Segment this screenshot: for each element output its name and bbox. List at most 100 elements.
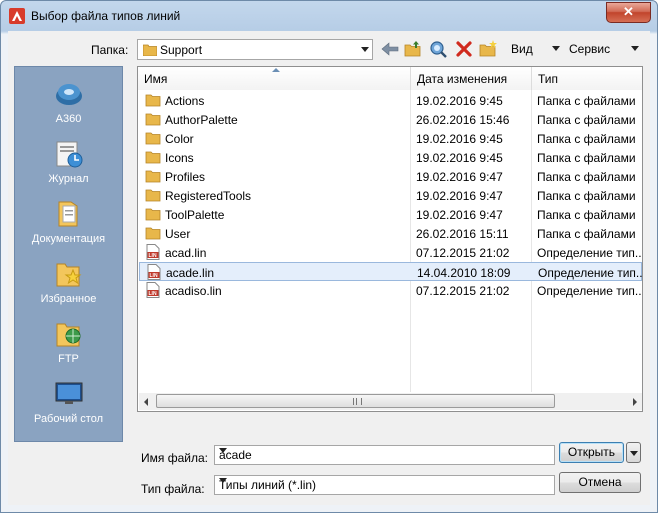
title-bar[interactable]: Выбор файла типов линий ✕ (1, 1, 657, 31)
lin-file-icon: LIN (146, 244, 160, 260)
file-row[interactable]: LIN acade.lin 14.04.2010 18:09 Определение … (139, 262, 642, 281)
folder-combobox[interactable]: Support (137, 39, 373, 60)
place-label: Журнал (48, 173, 89, 185)
file-date: 07.12.2015 21:02 (416, 246, 510, 260)
autocad-app-icon (9, 8, 25, 24)
file-type: Определение тип... (537, 246, 641, 260)
file-row[interactable]: Color 19.02.2016 9:45 Папка с файлами (139, 129, 642, 148)
file-name: User (165, 227, 191, 241)
folder-icon (145, 151, 161, 164)
folder-value: Support (160, 43, 203, 57)
column-header-label: Имя (144, 72, 168, 86)
file-row[interactable]: User 26.02.2016 15:11 Папка с файлами (139, 224, 642, 243)
file-type: Определение тип... (537, 284, 641, 298)
sort-ascending-icon (272, 68, 280, 72)
search-web-icon[interactable] (427, 38, 449, 60)
new-folder-icon[interactable] (477, 38, 499, 60)
view-menu-label[interactable]: Вид (511, 42, 533, 56)
file-row[interactable]: RegisteredTools 19.02.2016 9:47 Папка с фа… (139, 186, 642, 205)
filename-input[interactable]: acade (214, 445, 555, 465)
folder-icon (143, 44, 157, 56)
lin-file-icon: LIN (147, 264, 161, 280)
filename-label: Имя файла: (141, 451, 208, 465)
place-ftp[interactable]: FTP (15, 313, 122, 373)
file-row[interactable]: LIN acadiso.lin 07.12.2015 21:02 Определени… (139, 281, 642, 300)
cancel-button[interactable]: Отмена (559, 472, 641, 493)
file-date: 19.02.2016 9:45 (416, 132, 503, 146)
scrollbar-thumb[interactable] (156, 394, 555, 408)
file-date: 26.02.2016 15:46 (416, 113, 510, 127)
place-label: Рабочий стол (33, 413, 104, 425)
open-options-button[interactable] (626, 442, 641, 463)
place-documents[interactable]: Документация (15, 193, 122, 253)
file-name: Color (165, 132, 194, 146)
filetype-select[interactable]: Типы линий (*.lin) (214, 475, 555, 495)
scroll-left-icon[interactable] (144, 398, 148, 406)
file-name: ToolPalette (165, 208, 225, 222)
column-header-name[interactable]: Имя (138, 67, 411, 90)
open-button[interactable]: Открыть (559, 442, 624, 463)
file-type: Папка с файлами (537, 227, 636, 241)
file-name: Icons (165, 151, 194, 165)
column-header-type[interactable]: Тип (532, 67, 642, 90)
file-date: 19.02.2016 9:45 (416, 94, 503, 108)
view-caret-icon[interactable] (552, 46, 560, 51)
file-type: Папка с файлами (537, 113, 636, 127)
file-row[interactable]: AuthorPalette 26.02.2016 15:46 Папка с фай… (139, 110, 642, 129)
place-label: Избранное (40, 293, 97, 305)
delete-icon[interactable] (453, 38, 475, 60)
place-a360[interactable]: A360 (15, 73, 122, 133)
file-date: 19.02.2016 9:47 (416, 208, 503, 222)
chevron-down-icon[interactable] (361, 47, 369, 52)
file-row[interactable]: Icons 19.02.2016 9:45 Папка с файлами (139, 148, 642, 167)
up-folder-icon[interactable] (402, 38, 424, 60)
file-row[interactable]: ToolPalette 19.02.2016 9:47 Папка с файлам… (139, 205, 642, 224)
file-dialog-window: Выбор файла типов линий ✕ Папка: Support… (0, 0, 658, 513)
file-type: Папка с файлами (537, 132, 636, 146)
lin-file-icon: LIN (146, 282, 160, 298)
file-type: Папка с файлами (537, 170, 636, 184)
folder-icon (145, 208, 161, 221)
back-icon[interactable] (379, 38, 401, 60)
folder-label: Папка: (91, 43, 129, 57)
file-row[interactable]: Profiles 19.02.2016 9:47 Папка с файлами (139, 167, 642, 186)
place-label: Документация (31, 233, 106, 245)
grip-icon (353, 398, 362, 405)
svg-text:LIN: LIN (150, 273, 158, 279)
folder-icon (145, 170, 161, 183)
place-history[interactable]: Журнал (15, 133, 122, 193)
file-date: 26.02.2016 15:11 (416, 227, 509, 241)
tools-caret-icon[interactable] (631, 46, 639, 51)
file-date: 19.02.2016 9:47 (416, 170, 503, 184)
chevron-down-icon[interactable] (219, 448, 227, 453)
close-button[interactable]: ✕ (606, 2, 651, 23)
filetype-label: Тип файла: (141, 482, 205, 496)
ftp-icon (56, 323, 81, 347)
place-desktop[interactable]: Рабочий стол (15, 373, 122, 433)
documents-icon (58, 201, 78, 227)
file-type: Папка с файлами (537, 208, 636, 222)
place-favorites[interactable]: Избранное (15, 253, 122, 313)
file-row[interactable]: LIN acad.lin 07.12.2015 21:02 Определение т… (139, 243, 642, 262)
a360-icon (56, 84, 82, 105)
tools-menu-label[interactable]: Сервис (569, 42, 610, 56)
chevron-down-icon[interactable] (219, 478, 227, 483)
filetype-value: Типы линий (*.lin) (219, 478, 317, 492)
folder-icon (145, 189, 161, 202)
file-date: 19.02.2016 9:45 (416, 151, 503, 165)
chevron-down-icon (630, 451, 638, 456)
scroll-right-icon[interactable] (633, 398, 637, 406)
file-name: Profiles (165, 170, 206, 184)
column-header-date[interactable]: Дата изменения (411, 67, 532, 90)
folder-icon (145, 113, 161, 126)
file-type: Определение тип... (538, 266, 642, 280)
horizontal-scrollbar[interactable] (139, 393, 642, 410)
file-list[interactable]: Имя Дата изменения Тип Actions 19.02.2016… (137, 66, 643, 412)
folder-icon (145, 94, 161, 107)
file-date: 07.12.2015 21:02 (416, 284, 510, 298)
file-row[interactable]: Actions 19.02.2016 9:45 Папка с файлами (139, 91, 642, 110)
column-header-label: Дата изменения (417, 72, 508, 86)
history-icon (56, 141, 83, 168)
file-name: AuthorPalette (165, 113, 238, 127)
file-type: Папка с файлами (537, 94, 636, 108)
